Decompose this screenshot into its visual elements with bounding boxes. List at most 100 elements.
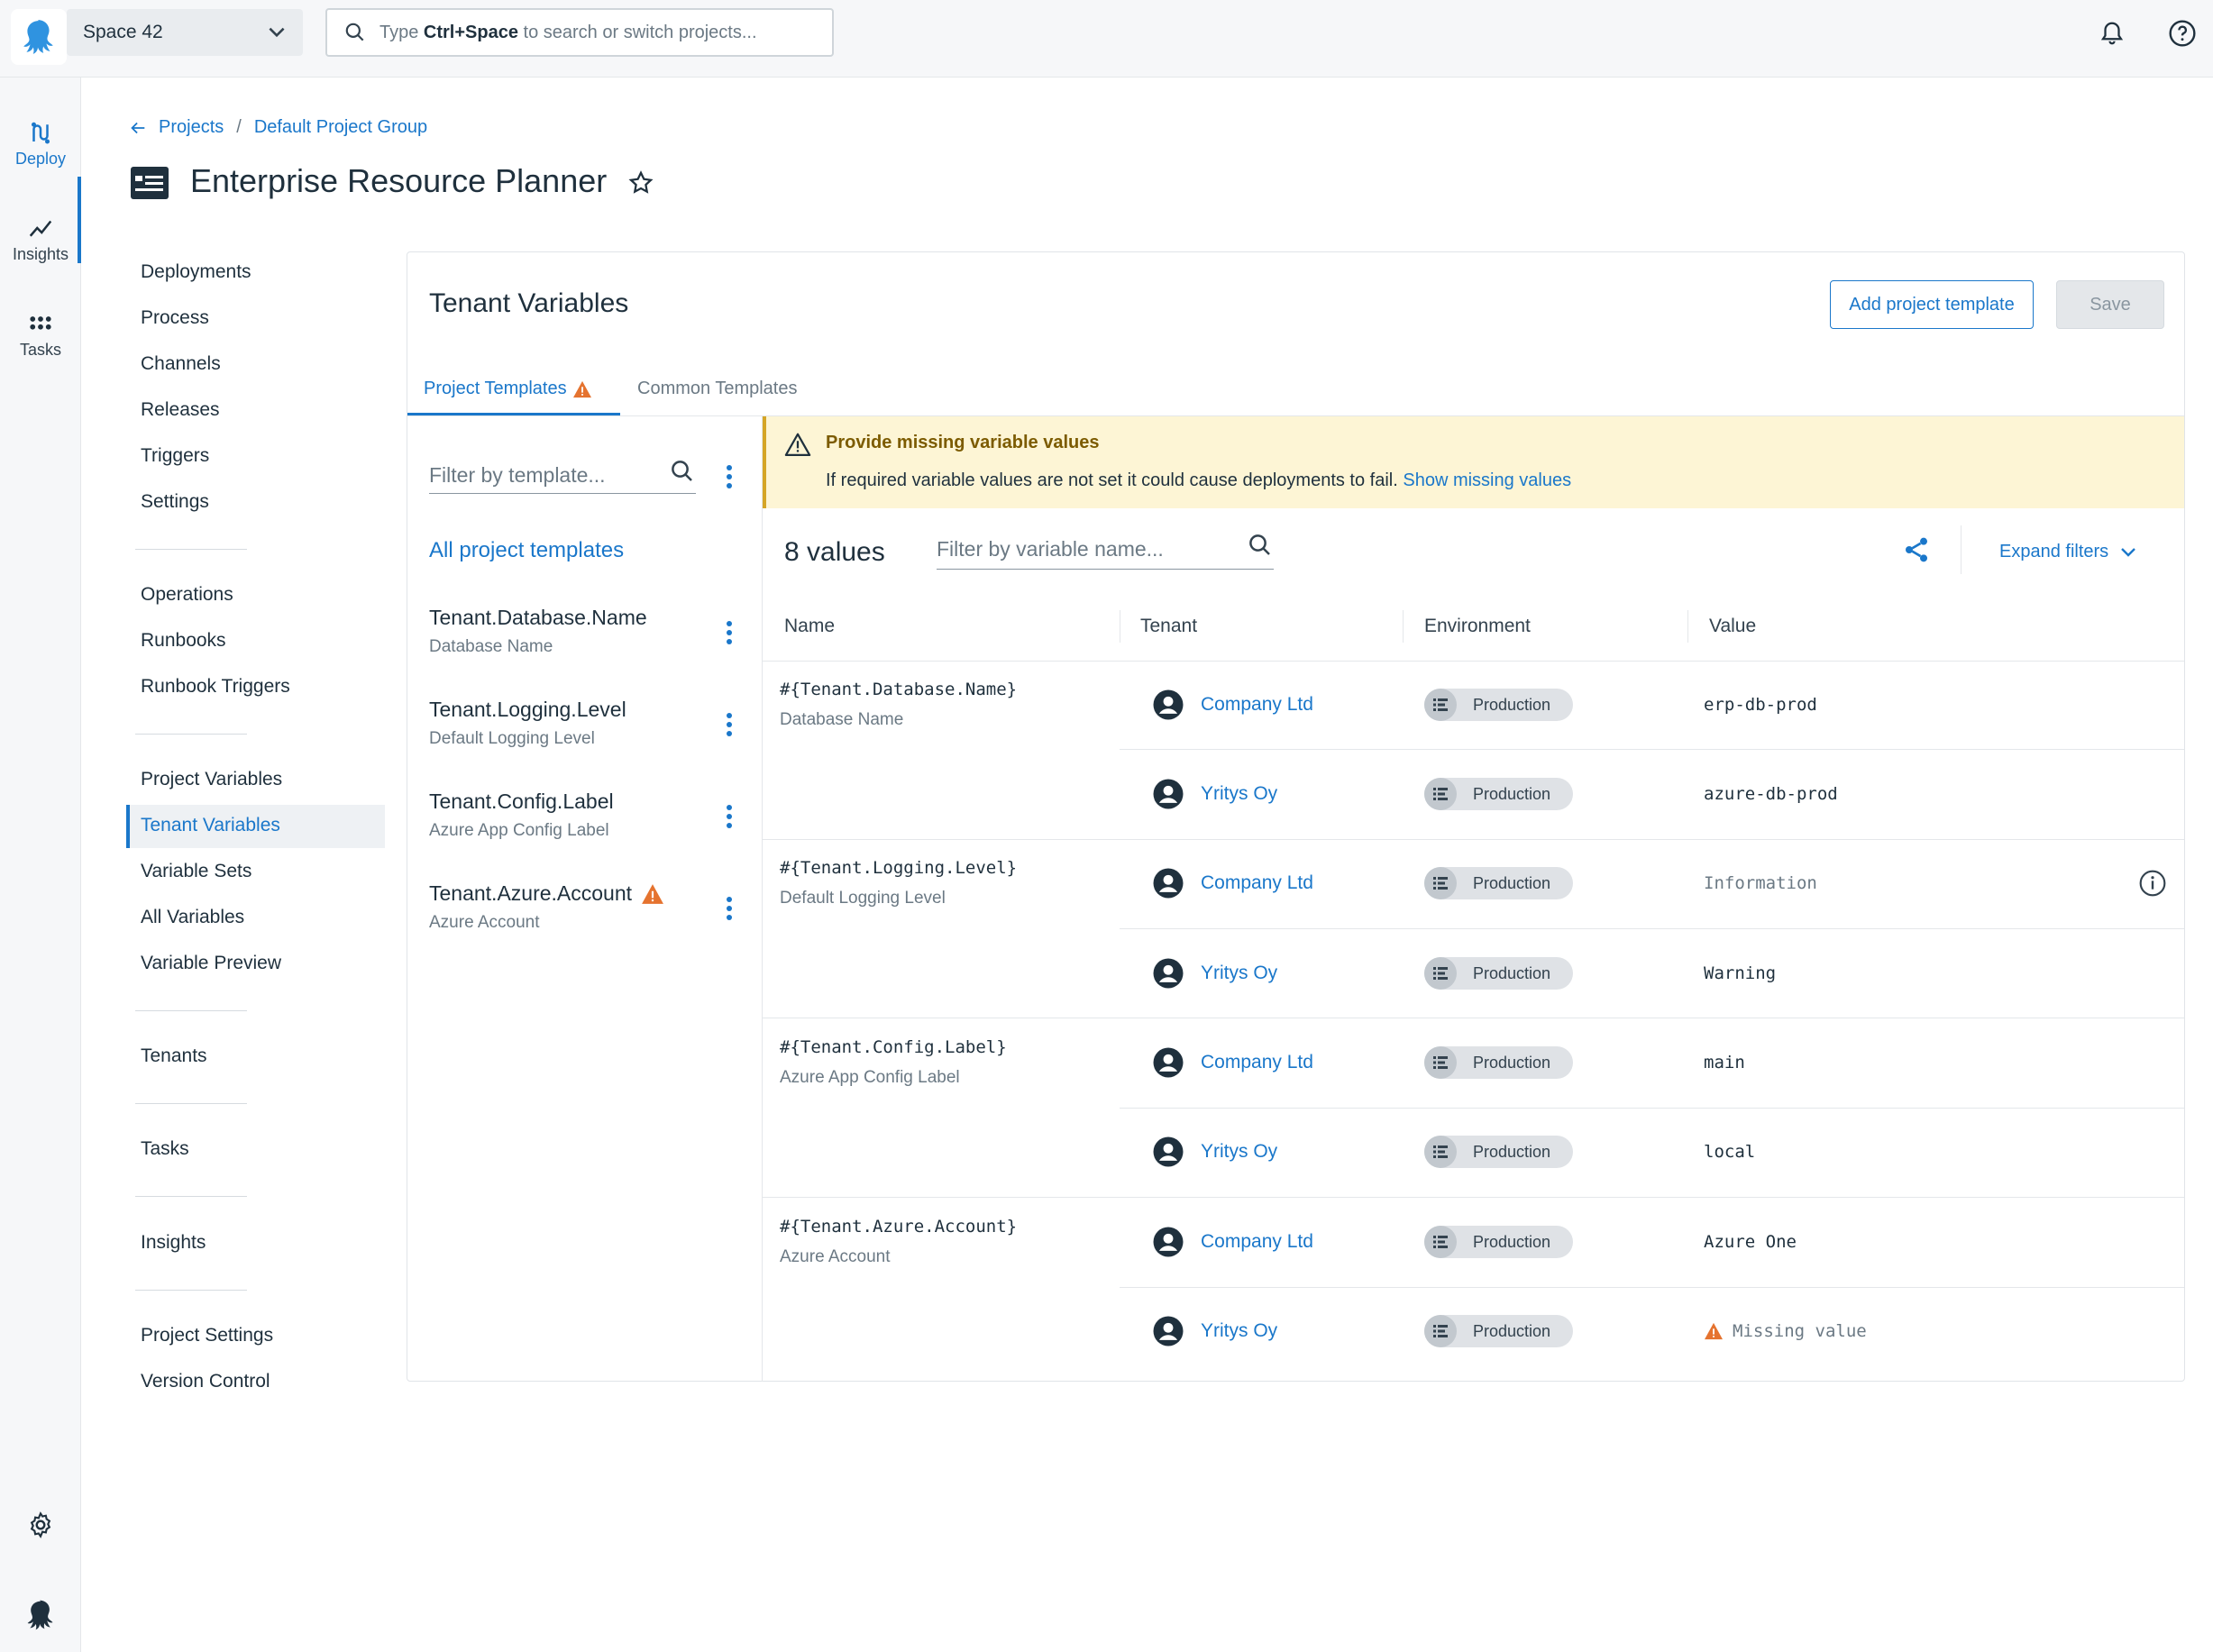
tenant-avatar-icon (1153, 958, 1184, 989)
tenant-name: Company Ltd (1201, 1052, 1313, 1072)
rail-label-deploy: Deploy (14, 150, 67, 168)
variable-value[interactable]: erp-db-prod (1704, 695, 1817, 715)
template-item[interactable]: Tenant.Database.Name Database Name (429, 606, 647, 657)
row-divider (1120, 928, 2184, 929)
tenant-link[interactable]: Yritys Oy (1152, 778, 1277, 810)
template-menu-icon[interactable] (727, 621, 732, 648)
rail-item-tasks[interactable]: Tasks (0, 310, 81, 360)
nav-item-all-variables[interactable]: All Variables (141, 907, 244, 928)
rail-item-insights[interactable]: Insights (0, 214, 81, 264)
info-icon[interactable] (2138, 869, 2167, 902)
missing-value-cell[interactable]: Missing value (1704, 1321, 1867, 1341)
tenant-name: Company Ltd (1201, 694, 1313, 715)
variable-value-default[interactable]: Information (1704, 873, 1817, 893)
variable-filter-input[interactable]: Filter by variable name... (937, 523, 1274, 570)
nav-item-tasks[interactable]: Tasks (141, 1138, 189, 1160)
arrow-left-icon[interactable] (126, 118, 150, 138)
rail-item-profile[interactable] (0, 1599, 81, 1635)
tab-project-templates[interactable]: Project Templates (424, 379, 592, 399)
nav-item-runbook-triggers[interactable]: Runbook Triggers (141, 676, 290, 698)
project-logo-icon (130, 165, 169, 205)
deploy-icon (32, 122, 50, 144)
breadcrumb-projects-link[interactable]: Projects (159, 117, 224, 138)
nav-item-deployments[interactable]: Deployments (141, 261, 251, 283)
environment-label: Production (1473, 963, 1551, 982)
warning-triangle-icon (1705, 1322, 1723, 1340)
tenant-link[interactable]: Yritys Oy (1152, 957, 1277, 990)
environment-icon (1424, 957, 1457, 990)
tenant-link[interactable]: Yritys Oy (1152, 1315, 1277, 1347)
share-icon[interactable] (1902, 535, 1931, 569)
show-missing-values-link[interactable]: Show missing values (1403, 470, 1571, 490)
nav-item-project-variables[interactable]: Project Variables (141, 769, 282, 790)
variable-name-cell: #{Tenant.Logging.Level} Default Logging … (780, 858, 1017, 908)
environment-label: Production (1473, 1053, 1551, 1072)
nav-item-variable-preview[interactable]: Variable Preview (141, 953, 281, 974)
nav-item-variable-sets[interactable]: Variable Sets (141, 861, 251, 882)
search-icon (672, 461, 692, 481)
expand-filters-button[interactable]: Expand filters (1999, 541, 2139, 562)
notifications-bell-icon[interactable] (2097, 18, 2127, 49)
breadcrumb-group-link[interactable]: Default Project Group (254, 117, 427, 138)
insights-chart-icon (29, 220, 52, 237)
favorite-star-icon[interactable] (627, 169, 654, 201)
missing-value-label: Missing value (1733, 1321, 1867, 1341)
template-item[interactable]: Tenant.Logging.Level Default Logging Lev… (429, 698, 626, 749)
tenant-link[interactable]: Company Ltd (1152, 1226, 1313, 1258)
environment-chip: Production (1424, 1226, 1573, 1258)
nav-divider (135, 1196, 247, 1197)
nav-item-operations[interactable]: Operations (141, 584, 233, 606)
column-header-tenant: Tenant (1140, 616, 1198, 636)
nav-item-settings[interactable]: Settings (141, 491, 209, 513)
environment-chip: Production (1424, 957, 1573, 990)
nav-item-releases[interactable]: Releases (141, 399, 220, 421)
template-menu-icon[interactable] (727, 897, 732, 924)
template-item[interactable]: Tenant.Config.Label Azure App Config Lab… (429, 789, 614, 841)
variable-desc: Azure App Config Label (780, 1068, 960, 1087)
template-filter-input[interactable]: Filter by template... (429, 452, 696, 494)
tenant-avatar-icon (1153, 1316, 1184, 1346)
tenant-avatar-icon (1153, 868, 1184, 899)
save-button[interactable]: Save (2056, 280, 2164, 329)
tenant-avatar-icon (1153, 689, 1184, 720)
nav-item-version-control[interactable]: Version Control (141, 1371, 270, 1392)
rail-item-deploy[interactable]: Deploy (0, 119, 81, 169)
space-selector[interactable]: Space 42 (67, 9, 303, 56)
template-list-panel: Filter by template... All project templa… (407, 416, 763, 1382)
nav-item-tenant-variables[interactable]: Tenant Variables (141, 815, 280, 836)
template-menu-icon[interactable] (727, 805, 732, 832)
nav-item-channels[interactable]: Channels (141, 353, 221, 375)
global-search-input[interactable]: Type Ctrl+Space to search or switch proj… (325, 8, 834, 57)
nav-item-project-settings[interactable]: Project Settings (141, 1325, 273, 1346)
nav-item-triggers[interactable]: Triggers (141, 445, 209, 467)
add-project-template-button[interactable]: Add project template (1830, 280, 2034, 329)
all-project-templates-link[interactable]: All project templates (429, 538, 624, 563)
help-icon[interactable] (2167, 18, 2198, 49)
variable-value[interactable]: main (1704, 1053, 1745, 1072)
template-menu-icon[interactable] (727, 713, 732, 740)
nav-item-runbooks[interactable]: Runbooks (141, 630, 226, 652)
template-tabs: Project Templates Common Templates (407, 361, 2184, 416)
template-item[interactable]: Tenant.Azure.Account Azure Account (429, 881, 664, 933)
template-name: Tenant.Config.Label (429, 789, 614, 813)
variable-value[interactable]: azure-db-prod (1704, 784, 1838, 804)
octopus-logo[interactable] (11, 9, 67, 65)
nav-item-process[interactable]: Process (141, 307, 209, 329)
tab-common-templates[interactable]: Common Templates (637, 379, 797, 399)
nav-item-insights[interactable]: Insights (141, 1232, 206, 1254)
tab-label: Project Templates (424, 379, 567, 398)
variable-value[interactable]: Azure One (1704, 1232, 1797, 1252)
nav-item-tenants[interactable]: Tenants (141, 1045, 207, 1067)
tenant-link[interactable]: Yritys Oy (1152, 1136, 1277, 1168)
template-filter-menu-icon[interactable] (727, 465, 732, 492)
tenant-link[interactable]: Company Ltd (1152, 689, 1313, 721)
warning-triangle-icon (572, 380, 591, 397)
variable-value[interactable]: Warning (1704, 963, 1776, 983)
tenant-link[interactable]: Company Ltd (1152, 867, 1313, 899)
variable-name: #{Tenant.Config.Label} (780, 1037, 1007, 1057)
nav-divider (135, 1290, 247, 1291)
rail-item-settings[interactable] (0, 1511, 81, 1543)
variable-value[interactable]: local (1704, 1142, 1755, 1162)
environment-icon (1424, 1046, 1457, 1079)
tenant-link[interactable]: Company Ltd (1152, 1046, 1313, 1079)
